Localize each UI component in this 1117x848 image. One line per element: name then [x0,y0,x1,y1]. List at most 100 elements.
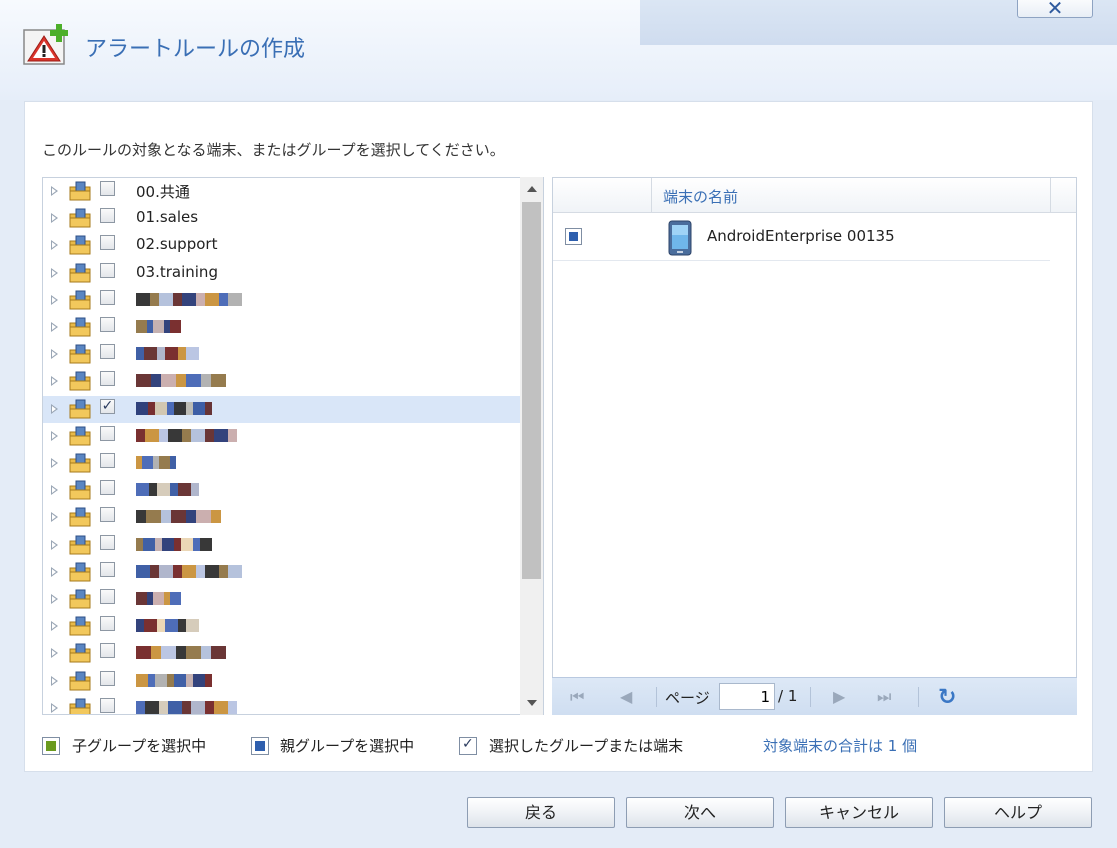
redacted-label [136,483,199,496]
pager-divider [810,687,811,707]
tree-item[interactable] [43,368,521,395]
tree-item-checkbox[interactable] [100,263,115,278]
tree-item-checkbox[interactable] [100,643,115,658]
first-page-icon[interactable]: ⏮ [570,687,584,707]
expand-arrow-icon[interactable] [51,676,58,686]
group-folder-icon [69,616,91,636]
tree-item[interactable]: 03.training [43,260,521,287]
tree-item[interactable] [43,341,521,368]
tree-item[interactable] [43,586,521,613]
cancel-button[interactable]: キャンセル [785,797,933,828]
tree-item[interactable] [43,287,521,314]
tree-item-checkbox[interactable] [100,535,115,550]
tree-item-checkbox[interactable] [100,208,115,223]
expand-arrow-icon[interactable] [51,186,58,196]
tree-item[interactable] [43,668,521,695]
tree-item-checkbox[interactable] [100,671,115,686]
tree-item[interactable] [43,613,521,640]
page-number-input[interactable] [719,683,775,710]
tree-item[interactable]: 02.support [43,232,521,259]
tree-item-checkbox[interactable] [100,453,115,468]
page-total: / 1 [778,687,798,705]
dialog-title: アラートルールの作成 [85,37,306,62]
tree-item[interactable]: ✓ [43,396,521,423]
prev-page-icon[interactable]: ◀ [620,687,632,706]
tree-item[interactable] [43,640,521,667]
back-button[interactable]: 戻る [467,797,615,828]
tree-item[interactable] [43,450,521,477]
row-select-checkbox[interactable] [565,228,582,245]
tree-item-checkbox[interactable] [100,616,115,631]
tree-scrollbar[interactable] [520,177,543,715]
expand-arrow-icon[interactable] [51,213,58,223]
expand-arrow-icon[interactable] [51,431,58,441]
tree-item[interactable] [43,314,521,341]
expand-arrow-icon[interactable] [51,404,58,414]
table-row[interactable]: AndroidEnterprise 00135 [553,213,1050,261]
pager-divider [656,687,657,707]
expand-arrow-icon[interactable] [51,540,58,550]
legend-selected: 選択したグループまたは端末 [489,737,684,755]
last-page-icon[interactable]: ⏭ [877,687,891,707]
grid-header: 端末の名前 [553,178,1076,213]
tree-item-checkbox[interactable] [100,235,115,250]
expand-arrow-icon[interactable] [51,621,58,631]
pager: ⏮ ◀ ページ / 1 ▶ ⏭ ↻ [552,677,1077,715]
refresh-icon[interactable]: ↻ [938,685,956,710]
tree-item-checkbox[interactable]: ✓ [100,399,115,414]
tree-item-checkbox[interactable] [100,562,115,577]
tree-item[interactable] [43,504,521,531]
expand-arrow-icon[interactable] [51,703,58,713]
tree-item[interactable]: 01.sales [43,205,521,232]
group-folder-icon [69,181,91,201]
column-header-device-name[interactable]: 端末の名前 [663,186,738,207]
expand-arrow-icon[interactable] [51,594,58,604]
parent-group-legend-icon [251,737,269,755]
expand-arrow-icon[interactable] [51,295,58,305]
device-grid: 端末の名前 AndroidEnterprise 00135 [552,177,1077,715]
group-tree[interactable]: 00.共通 01.sales 02.support 03.training ✓ [42,177,544,715]
close-button[interactable]: ✕ [1017,0,1093,20]
expand-arrow-icon[interactable] [51,349,58,359]
scroll-thumb[interactable] [522,202,541,579]
tree-item-checkbox[interactable] [100,290,115,305]
expand-arrow-icon[interactable] [51,268,58,278]
tree-item-checkbox[interactable] [100,371,115,386]
pager-divider [918,687,919,707]
tree-item-checkbox[interactable] [100,589,115,604]
expand-arrow-icon[interactable] [51,567,58,577]
scroll-down-arrow-icon[interactable] [527,700,537,706]
redacted-label [136,402,212,415]
instruction-text: このルールの対象となる端末、またはグループを選択してください。 [42,141,505,159]
help-button[interactable]: ヘルプ [944,797,1092,828]
tree-item-checkbox[interactable] [100,698,115,713]
expand-arrow-icon[interactable] [51,648,58,658]
tree-item[interactable]: 00.共通 [43,178,521,205]
expand-arrow-icon[interactable] [51,240,58,250]
tree-item[interactable] [43,532,521,559]
expand-arrow-icon[interactable] [51,512,58,522]
tree-item[interactable] [43,423,521,450]
expand-arrow-icon[interactable] [51,485,58,495]
group-folder-icon [69,453,91,473]
tree-item-checkbox[interactable] [100,426,115,441]
expand-arrow-icon[interactable] [51,376,58,386]
group-folder-icon [69,317,91,337]
next-page-icon[interactable]: ▶ [833,687,845,706]
child-group-legend-icon [42,737,60,755]
tree-item[interactable] [43,695,521,714]
tree-item-checkbox[interactable] [100,317,115,332]
scroll-up-arrow-icon[interactable] [527,186,537,192]
tree-item[interactable] [43,559,521,586]
legend-child: 子グループを選択中 [72,737,207,755]
expand-arrow-icon[interactable] [51,458,58,468]
tree-item-checkbox[interactable] [100,480,115,495]
tree-item-checkbox[interactable] [100,181,115,196]
tree-item[interactable] [43,477,521,504]
group-folder-icon [69,235,91,255]
redacted-label [136,565,242,578]
tree-item-checkbox[interactable] [100,344,115,359]
expand-arrow-icon[interactable] [51,322,58,332]
next-button[interactable]: 次へ [626,797,774,828]
tree-item-checkbox[interactable] [100,507,115,522]
